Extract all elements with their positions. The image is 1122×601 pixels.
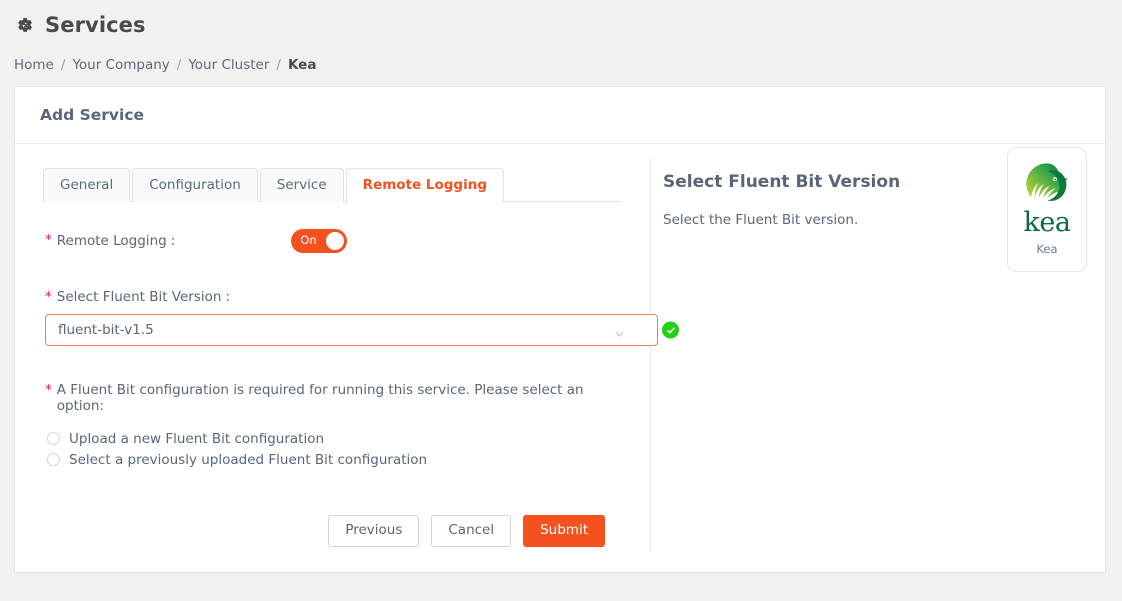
radio-upload-new-config[interactable]: Upload a new Fluent Bit configuration xyxy=(45,428,622,449)
breadcrumb-item-home[interactable]: Home xyxy=(14,57,54,73)
tab-configuration[interactable]: Configuration xyxy=(132,167,258,202)
add-service-card: Add Service General Configuration Servic… xyxy=(14,86,1106,573)
required-asterisk: * xyxy=(45,382,52,398)
radio-label: Upload a new Fluent Bit configuration xyxy=(69,430,325,447)
toggle-state-label: On xyxy=(300,233,317,248)
config-option-instruction-row: * A Fluent Bit configuration is required… xyxy=(45,382,622,414)
breadcrumb-separator: / xyxy=(60,57,66,73)
tab-general[interactable]: General xyxy=(43,167,131,202)
cogs-icon xyxy=(14,16,36,38)
radio-button-icon[interactable] xyxy=(47,453,60,466)
page-title: Services xyxy=(45,13,146,37)
submit-button[interactable]: Submit xyxy=(523,515,605,547)
form-area: * Remote Logging : On * Select Fluent Bi… xyxy=(15,229,679,547)
card-header: Add Service xyxy=(15,87,1105,144)
chevron-down-icon[interactable] xyxy=(614,325,625,337)
radio-button-icon[interactable] xyxy=(47,432,60,445)
card-title: Add Service xyxy=(40,106,145,124)
kea-bird-logo-icon xyxy=(1023,160,1071,208)
tab-service[interactable]: Service xyxy=(259,167,344,202)
required-asterisk: * xyxy=(45,232,52,249)
breadcrumb-item-your-company[interactable]: Your Company xyxy=(72,57,169,73)
form-actions: Previous Cancel Submit xyxy=(45,515,622,547)
fluent-bit-version-select[interactable]: fluent-bit-v1.5 xyxy=(45,314,679,346)
remote-logging-label: Remote Logging xyxy=(56,233,167,249)
label-colon: : xyxy=(225,289,231,305)
label-colon: : xyxy=(170,233,176,249)
card-body: General Configuration Service Remote Log… xyxy=(15,144,1105,573)
breadcrumb-item-your-cluster[interactable]: Your Cluster xyxy=(188,57,269,73)
fluent-bit-version-block: * Select Fluent Bit Version : fluent-bit… xyxy=(45,289,679,346)
breadcrumb-separator: / xyxy=(276,57,281,73)
config-option-instruction: A Fluent Bit configuration is required f… xyxy=(56,382,584,414)
toggle-knob xyxy=(326,232,345,250)
help-pane: Select Fluent Bit Version Select the Flu… xyxy=(651,144,1105,573)
required-asterisk: * xyxy=(45,289,52,305)
config-option-block: * A Fluent Bit configuration is required… xyxy=(45,382,622,470)
fluent-bit-version-label: Select Fluent Bit Version xyxy=(56,289,222,305)
kea-wordmark: kea xyxy=(1023,207,1071,238)
fluent-bit-version-caption: * Select Fluent Bit Version : xyxy=(45,289,622,305)
tab-remote-logging[interactable]: Remote Logging xyxy=(345,167,504,203)
page-header: Services xyxy=(0,0,1122,42)
previous-button[interactable]: Previous xyxy=(328,515,420,547)
tab-bar: General Configuration Service Remote Log… xyxy=(15,160,650,203)
remote-logging-toggle[interactable]: On xyxy=(291,229,348,253)
radio-select-previous-config[interactable]: Select a previously uploaded Fluent Bit … xyxy=(45,449,622,470)
cancel-button[interactable]: Cancel xyxy=(431,515,512,547)
breadcrumb-item-kea: Kea xyxy=(287,57,317,73)
service-logo-card: kea Kea xyxy=(1007,147,1087,272)
radio-label: Select a previously uploaded Fluent Bit … xyxy=(69,451,428,468)
config-option-radio-group: Upload a new Fluent Bit configuration Se… xyxy=(45,428,622,470)
breadcrumb: Home / Your Company / Your Cluster / Kea xyxy=(0,42,1122,78)
fluent-bit-version-value: fluent-bit-v1.5 xyxy=(58,322,154,338)
form-pane: General Configuration Service Remote Log… xyxy=(15,144,679,573)
remote-logging-row: * Remote Logging : On xyxy=(45,229,622,253)
kea-logo-caption: Kea xyxy=(1036,242,1058,256)
breadcrumb-separator: / xyxy=(176,57,182,73)
